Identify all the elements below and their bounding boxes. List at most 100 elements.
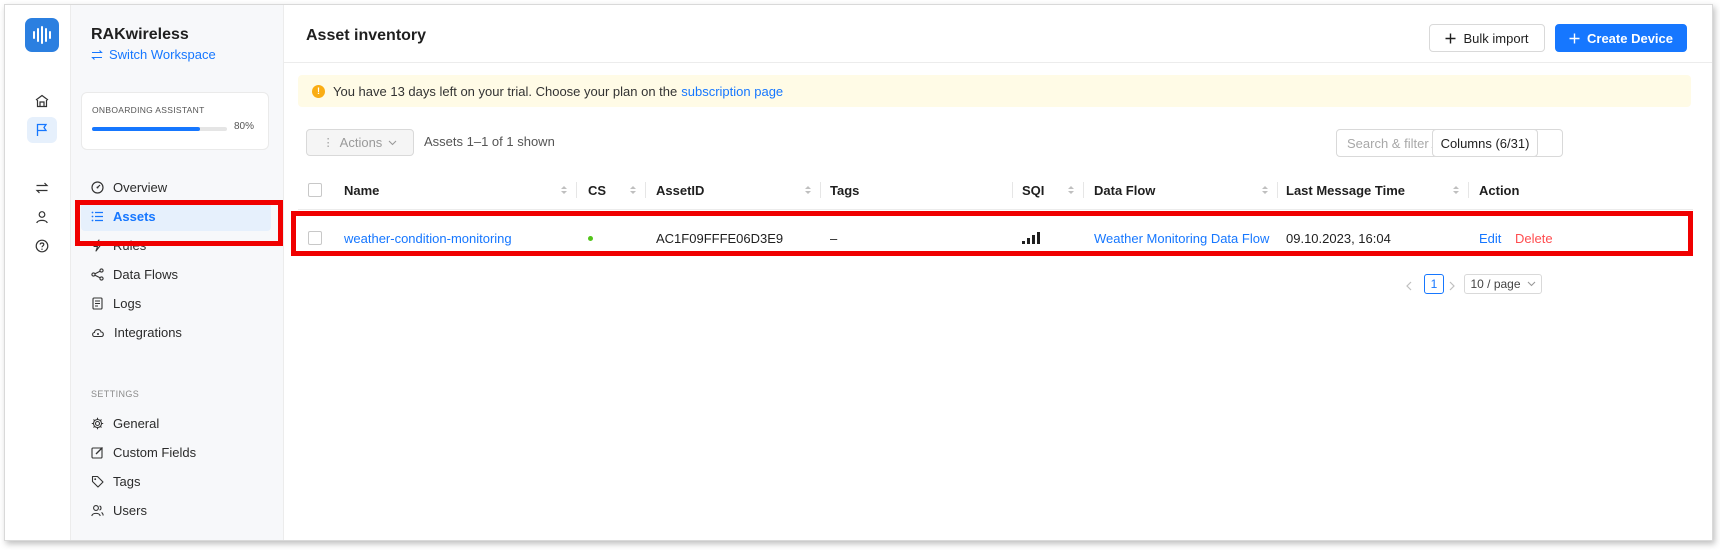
nav-item-label: Logs (113, 295, 142, 311)
sort-icon[interactable] (629, 184, 637, 196)
asset-id: AC1F09FFFE06D3E9 (656, 230, 784, 246)
nav-item-tags[interactable]: Tags (81, 466, 271, 496)
flag-icon[interactable] (27, 117, 57, 143)
warning-icon: ! (312, 84, 325, 98)
column-header-asset-id[interactable]: AssetID (656, 170, 704, 210)
nav-item-logs[interactable]: Logs (81, 288, 271, 318)
actions-dropdown[interactable]: ⋮ Actions (306, 129, 414, 156)
nav-item-label: Rules (113, 237, 147, 253)
switch-workspace-label: Switch Workspace (109, 47, 216, 62)
page-size-select[interactable]: 10 / page (1464, 274, 1542, 294)
connection-status (588, 218, 593, 258)
column-header-tags: Tags (830, 182, 860, 198)
sort-icon[interactable] (560, 184, 568, 196)
asset-count: Assets 1–1 of 1 shown (424, 134, 555, 149)
nav-item-label: Integrations (114, 324, 182, 340)
asset-name-link[interactable]: weather-condition-monitoring (344, 218, 512, 258)
users-icon (91, 504, 104, 516)
signal-bars-icon (1022, 232, 1040, 244)
nav-item-label: Assets (113, 208, 156, 224)
nav-item-users[interactable]: Users (81, 495, 271, 525)
home-icon[interactable] (27, 88, 57, 114)
bulk-import-label: Bulk import (1463, 30, 1529, 46)
nav-item-assets[interactable]: Assets (81, 201, 271, 231)
help-icon[interactable] (27, 233, 57, 259)
user-icon[interactable] (27, 204, 57, 230)
nav-item-data-flows[interactable]: Data Flows (81, 259, 271, 289)
onboarding-progress-label: 80% (234, 121, 255, 132)
column-divider (1083, 182, 1084, 198)
page-number-button[interactable]: 1 (1424, 274, 1444, 294)
nav-item-label: Overview (113, 179, 168, 195)
columns-label: Columns (6/31) (1440, 135, 1530, 151)
table-header: Name CS AssetID Tags SQI Data Flow Last … (298, 170, 1693, 210)
column-header-name[interactable]: Name (344, 170, 379, 210)
trial-text: You have 13 days left on your trial. Cho… (333, 83, 678, 99)
nav-item-general[interactable]: General (81, 408, 271, 438)
edit-button[interactable]: Edit (1479, 218, 1501, 258)
column-header-sqi[interactable]: SQI (1022, 170, 1044, 210)
nav-item-label: Custom Fields (113, 444, 197, 460)
chevron-right-icon[interactable] (1445, 279, 1459, 293)
sort-icon[interactable] (1452, 184, 1460, 196)
log-icon (92, 296, 103, 310)
table-row[interactable]: weather-condition-monitoring AC1F09FFFE0… (298, 218, 1693, 258)
column-header-action: Action (1479, 182, 1520, 198)
dashboard-icon (91, 180, 104, 194)
header-divider (284, 62, 1712, 63)
nav-item-overview[interactable]: Overview (81, 172, 271, 202)
nav-item-integrations[interactable]: Integrations (81, 317, 271, 347)
nav-item-label: Tags (113, 473, 141, 489)
chevron-down-icon (1527, 281, 1535, 287)
main-content: Asset inventory Bulk import Create Devic… (284, 5, 1712, 540)
data-flow-link[interactable]: Weather Monitoring Data Flow (1094, 218, 1269, 258)
gear-icon (91, 417, 104, 429)
status-dot-icon (588, 235, 593, 241)
nav-item-custom-fields[interactable]: Custom Fields (81, 437, 271, 467)
plus-icon (1445, 33, 1456, 43)
columns-button[interactable]: Columns (6/31) (1432, 129, 1538, 157)
column-header-cs[interactable]: CS (588, 170, 606, 210)
switch-workspace-link[interactable]: Switch Workspace (91, 47, 216, 62)
column-header-last-message-time[interactable]: Last Message Time (1286, 170, 1405, 210)
bolt-icon (93, 238, 102, 252)
list-icon (91, 211, 103, 221)
nav-item-label: Data Flows (113, 266, 179, 282)
tag-icon (91, 475, 104, 488)
app-window: RAKwireless Switch Workspace ONBOARDING … (4, 4, 1713, 541)
swap-icon[interactable] (27, 175, 57, 201)
subscription-page-link[interactable]: subscription page (681, 84, 783, 99)
column-header-data-flow[interactable]: Data Flow (1094, 170, 1155, 210)
app-logo[interactable] (25, 18, 59, 52)
trial-banner: ! You have 13 days left on your trial. C… (298, 75, 1691, 107)
select-all-checkbox[interactable] (308, 183, 322, 197)
sqi-signal (1022, 218, 1042, 258)
sort-icon[interactable] (1261, 184, 1269, 196)
last-message-time: 09.10.2023, 16:04 (1286, 230, 1391, 246)
sort-icon[interactable] (1067, 184, 1075, 196)
asset-tags: – (830, 230, 838, 246)
settings-section-label: SETTINGS (91, 389, 140, 399)
bulk-import-button[interactable]: Bulk import (1429, 24, 1545, 52)
create-device-label: Create Device (1587, 30, 1673, 46)
onboarding-progress-bar (92, 127, 227, 131)
onboarding-progress-fill (92, 127, 200, 131)
page-title: Asset inventory (306, 27, 427, 44)
create-device-button[interactable]: Create Device (1555, 24, 1687, 52)
sort-icon[interactable] (804, 184, 812, 196)
swap-icon (91, 49, 103, 60)
column-divider (1468, 182, 1469, 198)
onboarding-assistant[interactable]: ONBOARDING ASSISTANT 80% (81, 92, 269, 150)
actions-label: Actions (339, 135, 383, 150)
org-name: RAKwireless (91, 26, 189, 43)
nav-item-label: Users (113, 502, 147, 518)
icon-rail (5, 5, 71, 540)
share-icon (91, 267, 104, 281)
chevron-left-icon[interactable] (1402, 279, 1416, 293)
delete-button[interactable]: Delete (1515, 218, 1553, 258)
row-checkbox[interactable] (308, 231, 322, 245)
onboarding-title: ONBOARDING ASSISTANT (92, 105, 205, 115)
chevron-down-icon (388, 140, 397, 145)
nav-item-rules[interactable]: Rules (81, 230, 271, 260)
more-vertical-icon: ⋮ (322, 137, 334, 149)
